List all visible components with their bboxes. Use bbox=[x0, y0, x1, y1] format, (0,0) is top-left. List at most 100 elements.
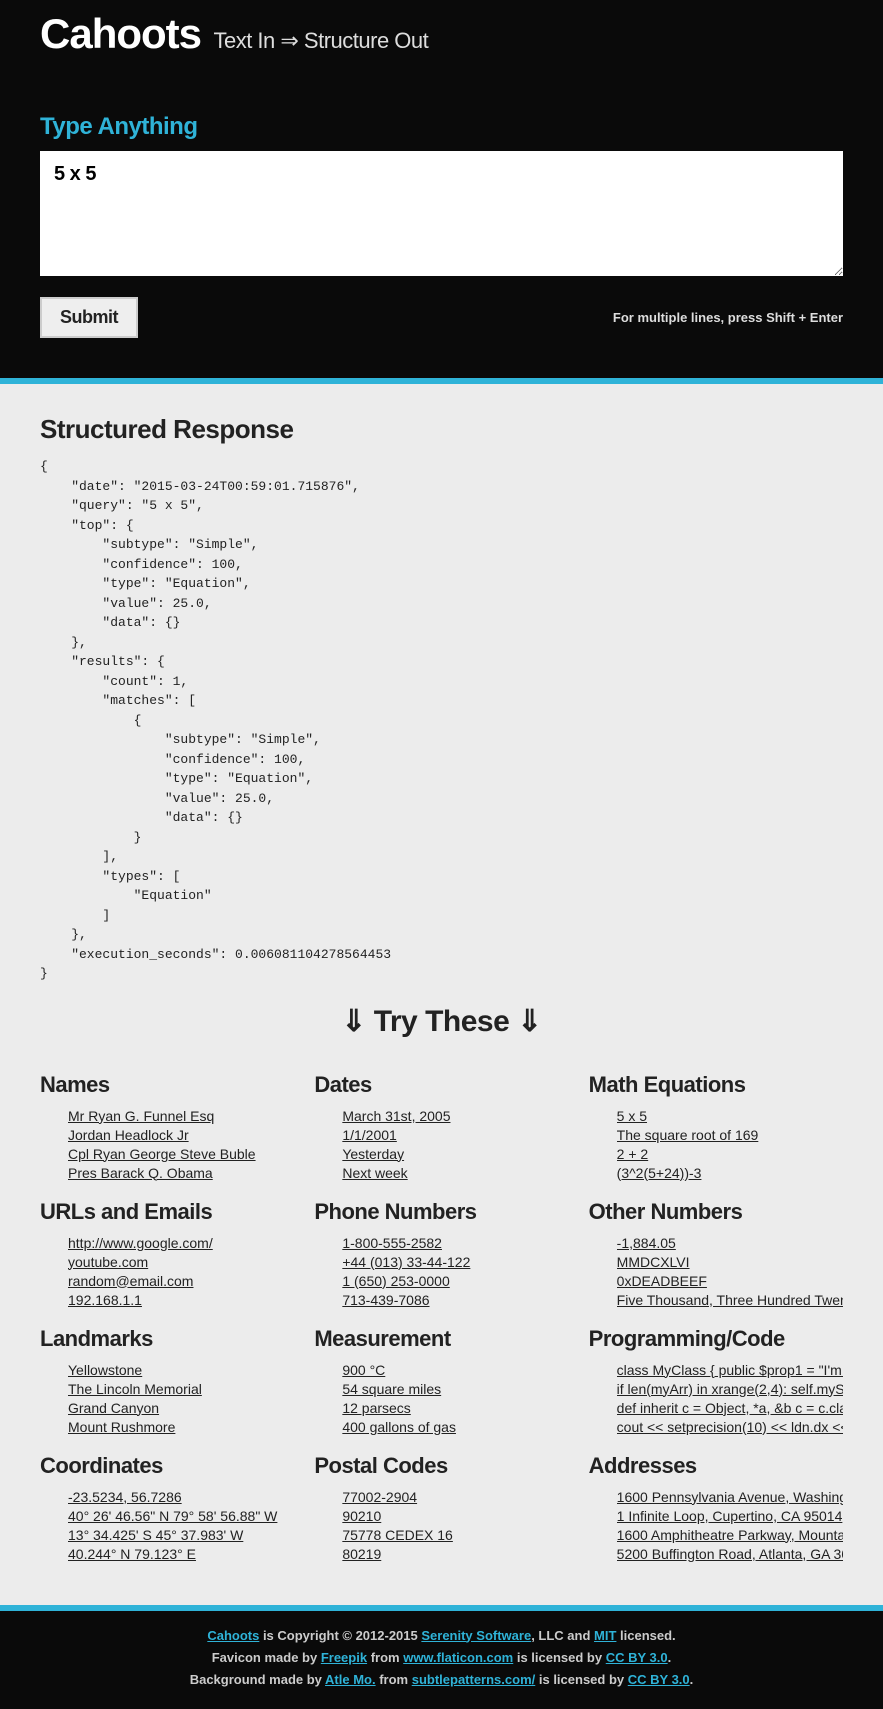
example-link[interactable]: if len(myArr) in xrange(2,4): self.myStu… bbox=[617, 1381, 843, 1397]
category-title: Math Equations bbox=[589, 1072, 843, 1098]
example-link[interactable]: 77002-2904 bbox=[342, 1489, 417, 1505]
category-title: Addresses bbox=[589, 1453, 843, 1479]
example-link[interactable]: http://www.google.com/ bbox=[68, 1235, 213, 1251]
list-item: -23.5234, 56.7286 bbox=[68, 1489, 294, 1505]
example-link[interactable]: def inherit c = Object, *a, &b c = c.cla… bbox=[617, 1400, 843, 1416]
list-item: 0xDEADBEEF bbox=[617, 1273, 843, 1289]
category-list: March 31st, 2005 1/1/2001 Yesterday Next we… bbox=[314, 1108, 568, 1181]
list-item: 40.244° N 79.123° E bbox=[68, 1546, 294, 1562]
footer-link-serenity[interactable]: Serenity Software bbox=[421, 1628, 531, 1643]
example-link[interactable]: 1 (650) 253-0000 bbox=[342, 1273, 449, 1289]
list-item: 400 gallons of gas bbox=[342, 1419, 568, 1435]
example-link[interactable]: Yellowstone bbox=[68, 1362, 142, 1378]
example-link[interactable]: Yesterday bbox=[342, 1146, 404, 1162]
examples-column: DatesMarch 31st, 20051/1/2001YesterdayNe… bbox=[314, 1054, 568, 1565]
example-link[interactable]: 1 Infinite Loop, Cupertino, CA 95014 bbox=[617, 1508, 843, 1524]
example-link[interactable]: 400 gallons of gas bbox=[342, 1419, 456, 1435]
example-link[interactable]: 75778 CEDEX 16 bbox=[342, 1527, 453, 1543]
list-item: Pres Barack Q. Obama bbox=[68, 1165, 294, 1181]
footer-link-subtlepatterns[interactable]: subtlepatterns.com/ bbox=[412, 1672, 536, 1687]
examples-column: Math Equations 5 x 5 The square root of 16… bbox=[589, 1054, 843, 1565]
category-title: Coordinates bbox=[40, 1453, 294, 1479]
example-link[interactable]: 80219 bbox=[342, 1546, 381, 1562]
example-link[interactable]: 13° 34.425' S 45° 37.983' W bbox=[68, 1527, 243, 1543]
submit-button[interactable]: Submit bbox=[40, 297, 138, 338]
list-item: 5 x 5 bbox=[617, 1108, 843, 1124]
list-item: 54 square miles bbox=[342, 1381, 568, 1397]
list-item: 1 (650) 253-0000 bbox=[342, 1273, 568, 1289]
example-link[interactable]: cout << setprecision(10) << ldn.dx << " … bbox=[617, 1419, 843, 1435]
example-link[interactable]: 1600 Pennsylvania Avenue, Washington, DC bbox=[617, 1489, 843, 1505]
footer-link-freepik[interactable]: Freepik bbox=[321, 1650, 367, 1665]
list-item: 77002-2904 bbox=[342, 1489, 568, 1505]
example-link[interactable]: 192.168.1.1 bbox=[68, 1292, 142, 1308]
footer-link-ccby-1[interactable]: CC BY 3.0 bbox=[606, 1650, 668, 1665]
example-link[interactable]: 12 parsecs bbox=[342, 1400, 410, 1416]
example-link[interactable]: +44 (013) 33-44-122 bbox=[342, 1254, 470, 1270]
example-link[interactable]: class MyClass { public $prop1 = "I'm a c… bbox=[617, 1362, 843, 1378]
example-link[interactable]: 0xDEADBEEF bbox=[617, 1273, 707, 1289]
footer-link-atlemo[interactable]: Atle Mo. bbox=[325, 1672, 376, 1687]
example-link[interactable]: Pres Barack Q. Obama bbox=[68, 1165, 213, 1181]
example-link[interactable]: March 31st, 2005 bbox=[342, 1108, 450, 1124]
footer-line-2: Favicon made by Freepik from www.flatico… bbox=[20, 1647, 863, 1669]
example-link[interactable]: MMDCXLVI bbox=[617, 1254, 690, 1270]
example-link[interactable]: 5 x 5 bbox=[617, 1108, 647, 1124]
example-link[interactable]: Cpl Ryan George Steve Buble bbox=[68, 1146, 256, 1162]
response-title: Structured Response bbox=[40, 414, 843, 445]
example-link[interactable]: 90210 bbox=[342, 1508, 381, 1524]
footer-line-3: Background made by Atle Mo. from subtlep… bbox=[20, 1669, 863, 1691]
example-link[interactable]: 1-800-555-2582 bbox=[342, 1235, 442, 1251]
list-item: (3^2(5+24))-3 bbox=[617, 1165, 843, 1181]
list-item: 80219 bbox=[342, 1546, 568, 1562]
list-item: 40° 26' 46.56" N 79° 58' 56.88" W bbox=[68, 1508, 294, 1524]
list-item: 90210 bbox=[342, 1508, 568, 1524]
example-link[interactable]: Jordan Headlock Jr bbox=[68, 1127, 189, 1143]
examples-columns: Names Mr Ryan G. Funnel Esq Jordan Headloc… bbox=[40, 1054, 843, 1565]
example-link[interactable]: The Lincoln Memorial bbox=[68, 1381, 202, 1397]
footer-link-flaticon[interactable]: www.flaticon.com bbox=[403, 1650, 513, 1665]
footer-link-cahoots[interactable]: Cahoots bbox=[207, 1628, 259, 1643]
example-link[interactable]: 900 °C bbox=[342, 1362, 385, 1378]
list-item: Mr Ryan G. Funnel Esq bbox=[68, 1108, 294, 1124]
example-link[interactable]: random@email.com bbox=[68, 1273, 193, 1289]
example-link[interactable]: 713-439-7086 bbox=[342, 1292, 429, 1308]
category-list: class MyClass { public $prop1 = "I'm a c… bbox=[589, 1362, 843, 1435]
example-link[interactable]: 5200 Buffington Road, Atlanta, GA 30349-… bbox=[617, 1546, 843, 1562]
category-list: -23.5234, 56.7286 40° 26' 46.56" N 79° 58… bbox=[40, 1489, 294, 1562]
example-link[interactable]: youtube.com bbox=[68, 1254, 148, 1270]
list-item: 75778 CEDEX 16 bbox=[342, 1527, 568, 1543]
example-link[interactable]: 40° 26' 46.56" N 79° 58' 56.88" W bbox=[68, 1508, 277, 1524]
brand-tagline: Text In ⇒ Structure Out bbox=[213, 28, 428, 53]
category-title: Names bbox=[40, 1072, 294, 1098]
example-link[interactable]: 54 square miles bbox=[342, 1381, 441, 1397]
category-title: Postal Codes bbox=[314, 1453, 568, 1479]
query-input[interactable] bbox=[40, 151, 843, 276]
example-link[interactable]: Next week bbox=[342, 1165, 407, 1181]
example-link[interactable]: (3^2(5+24))-3 bbox=[617, 1165, 702, 1181]
example-link[interactable]: Grand Canyon bbox=[68, 1400, 159, 1416]
footer-link-mit[interactable]: MIT bbox=[594, 1628, 616, 1643]
example-link[interactable]: Five Thousand, Three Hundred Twenty bbox=[617, 1292, 843, 1308]
list-item: Jordan Headlock Jr bbox=[68, 1127, 294, 1143]
try-these-title: ⇓ Try These ⇓ bbox=[40, 1004, 843, 1039]
example-link[interactable]: -1,884.05 bbox=[617, 1235, 676, 1251]
list-item: 713-439-7086 bbox=[342, 1292, 568, 1308]
example-link[interactable]: -23.5234, 56.7286 bbox=[68, 1489, 182, 1505]
example-link[interactable]: Mr Ryan G. Funnel Esq bbox=[68, 1108, 214, 1124]
example-link[interactable]: 40.244° N 79.123° E bbox=[68, 1546, 196, 1562]
category-list: 77002-2904 90210 75778 CEDEX 16 80219 bbox=[314, 1489, 568, 1562]
list-item: Cpl Ryan George Steve Buble bbox=[68, 1146, 294, 1162]
list-item: 1600 Pennsylvania Avenue, Washington, DC bbox=[617, 1489, 843, 1505]
category-list: -1,884.05 MMDCXLVI 0xDEADBEEF Five Thousand… bbox=[589, 1235, 843, 1308]
footer-link-ccby-2[interactable]: CC BY 3.0 bbox=[628, 1672, 690, 1687]
list-item: youtube.com bbox=[68, 1254, 294, 1270]
list-item: Yellowstone bbox=[68, 1362, 294, 1378]
example-link[interactable]: 2 + 2 bbox=[617, 1146, 649, 1162]
list-item: http://www.google.com/ bbox=[68, 1235, 294, 1251]
example-link[interactable]: Mount Rushmore bbox=[68, 1419, 175, 1435]
example-link[interactable]: 1600 Amphitheatre Parkway, Mountain View… bbox=[617, 1527, 843, 1543]
example-link[interactable]: 1/1/2001 bbox=[342, 1127, 397, 1143]
list-item: Yesterday bbox=[342, 1146, 568, 1162]
example-link[interactable]: The square root of 169 bbox=[617, 1127, 759, 1143]
